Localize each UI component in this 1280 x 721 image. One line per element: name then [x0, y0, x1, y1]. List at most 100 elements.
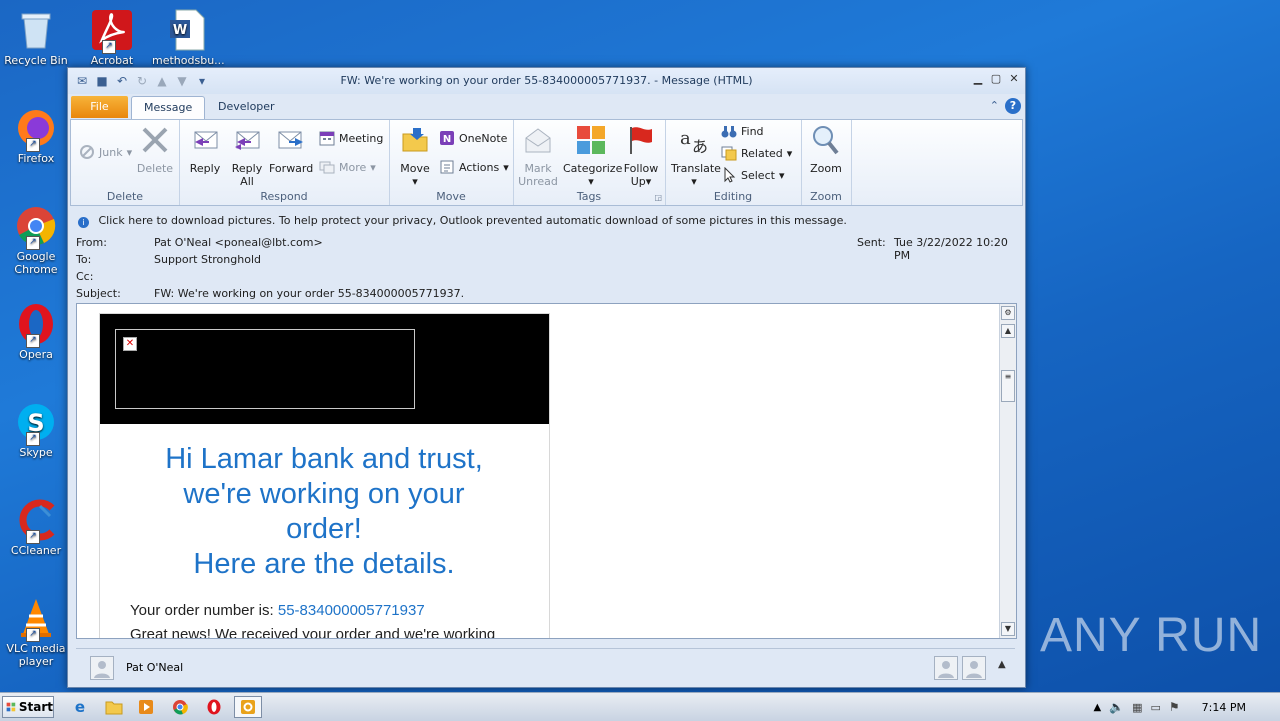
desktop-icon-methodsbu[interactable]: W methodsbu... — [152, 8, 225, 67]
move-folder-icon — [402, 128, 428, 152]
to-value[interactable]: Support Stronghold — [154, 253, 261, 266]
shortcut-arrow-icon: ↗ — [26, 236, 40, 250]
from-value[interactable]: Pat O'Neal <poneal@lbt.com> — [154, 236, 323, 249]
svg-text:あ: あ — [692, 137, 708, 156]
windows-logo-icon — [6, 702, 16, 712]
categorize-button[interactable]: Categorize ▾ — [563, 124, 622, 188]
zoom-button[interactable]: Zoom — [805, 124, 847, 175]
shortcut-arrow-icon: ↗ — [102, 40, 116, 54]
reply-button[interactable]: Reply — [185, 124, 225, 175]
group-label: Respond — [260, 190, 308, 203]
expand-people-pane-icon[interactable]: ▲ — [998, 659, 1006, 670]
delete-button[interactable]: Delete — [135, 124, 175, 175]
order-number-line: Your order number is: 55-834000005771937 — [130, 602, 425, 619]
onenote-icon: N — [440, 131, 454, 145]
start-button[interactable]: Start — [2, 696, 54, 718]
desktop-icon-firefox[interactable]: ↗ Firefox — [0, 106, 72, 165]
window-title: FW: We're working on your order 55-83400… — [340, 74, 753, 87]
scroll-thumb[interactable]: ≡ — [1001, 370, 1015, 402]
find-button[interactable]: Find — [721, 122, 764, 140]
taskbar-explorer[interactable] — [100, 696, 128, 718]
action-center-flag-icon[interactable]: ⚑ — [1169, 700, 1180, 714]
desktop-icon-opera[interactable]: ↗ Opera — [0, 302, 72, 361]
volume-icon[interactable]: 🔈 — [1109, 700, 1124, 714]
reply-all-button[interactable]: Reply All — [227, 124, 267, 188]
clock[interactable]: 7:14 PM — [1202, 701, 1246, 714]
binoculars-icon — [721, 126, 737, 138]
close-button[interactable]: ✕ — [1007, 72, 1021, 86]
dialog-launcher-icon[interactable]: ◲ — [654, 193, 662, 202]
desktop-icon-chrome[interactable]: ↗ Google Chrome — [0, 204, 72, 276]
collapse-ribbon-icon[interactable]: ⌃ — [990, 98, 999, 114]
tab-developer[interactable]: Developer — [206, 96, 287, 118]
taskbar-opera[interactable] — [200, 696, 228, 718]
actions-button[interactable]: Actions ▾ — [439, 158, 509, 176]
taskbar-outlook[interactable] — [234, 696, 262, 718]
translate-button[interactable]: aあ Translate ▾ — [671, 124, 721, 188]
tab-file[interactable]: File — [71, 96, 128, 118]
vertical-scrollbar[interactable]: ⚙ ▲ ≡ ▼ — [999, 304, 1016, 638]
shortcut-arrow-icon: ↗ — [26, 530, 40, 544]
desktop-icon-label: Acrobat — [90, 54, 134, 67]
media-player-icon — [139, 700, 153, 714]
tab-message[interactable]: Message — [131, 96, 206, 119]
help-icon[interactable]: ? — [1005, 98, 1021, 114]
group-delete: Junk ▾ Delete Delete — [71, 120, 180, 205]
meeting-button[interactable]: Meeting — [319, 129, 383, 147]
recycle-bin-icon — [21, 13, 51, 49]
maximize-button[interactable]: ▢ — [989, 72, 1003, 86]
svg-text:N: N — [443, 134, 451, 145]
desktop-icon-ccleaner[interactable]: ↗ CCleaner — [0, 498, 72, 557]
desktop-icon-vlc[interactable]: ↗ VLC media player — [0, 596, 72, 668]
follow-up-button[interactable]: Follow Up▾ — [621, 124, 661, 188]
scroll-up-button[interactable]: ▲ — [1001, 324, 1015, 338]
person-icon — [938, 661, 954, 678]
sent-label: Sent: — [857, 236, 886, 249]
ribbon: Junk ▾ Delete Delete Reply Reply All Forwa… — [70, 119, 1023, 206]
desktop-icon-label: Firefox — [17, 152, 55, 165]
desktop-icon-recycle-bin[interactable]: Recycle Bin — [0, 8, 72, 67]
taskbar-media-player[interactable] — [132, 696, 160, 718]
people-avatar-1[interactable] — [934, 656, 958, 680]
desktop-icon-acrobat[interactable]: ↗ Acrobat — [76, 8, 148, 67]
network-icon[interactable]: ▦ — [1132, 701, 1142, 714]
contact-avatar[interactable] — [90, 656, 114, 680]
order-number-link[interactable]: 55-834000005771937 — [278, 602, 425, 619]
forward-icon — [278, 131, 303, 149]
related-button[interactable]: Related ▾ — [721, 144, 792, 162]
email-banner: ✕ — [100, 314, 549, 424]
onenote-button[interactable]: N OneNote — [439, 129, 507, 147]
more-button[interactable]: More ▾ — [319, 158, 376, 176]
broken-image-icon: ✕ — [123, 337, 137, 351]
page-options-icon[interactable]: ⚙ — [1001, 306, 1015, 320]
shortcut-arrow-icon: ↗ — [26, 628, 40, 642]
power-icon[interactable]: ▭ — [1151, 701, 1161, 714]
desktop-icon-skype[interactable]: S ↗ Skype — [0, 400, 72, 459]
desktop-icon-label: Recycle Bin — [4, 54, 68, 67]
select-button[interactable]: Select ▾ — [721, 166, 784, 184]
group-tags: Mark Unread Categorize ▾ Follow Up▾ Tags ◲ — [513, 120, 666, 205]
download-pictures-infobar[interactable]: i Click here to download pictures. To he… — [74, 214, 1020, 230]
title-bar: ✉ ■ ↶ ↻ ▲ ▼ ▾ FW: We're working on your … — [68, 68, 1025, 94]
mark-unread-button[interactable]: Mark Unread — [515, 124, 561, 188]
show-hidden-icons-icon[interactable]: ▲ — [1093, 702, 1101, 713]
people-avatar-2[interactable] — [962, 656, 986, 680]
move-button[interactable]: Move ▾ — [395, 124, 435, 188]
translate-icon: aあ — [680, 128, 708, 156]
scroll-down-button[interactable]: ▼ — [1001, 622, 1015, 636]
shortcut-arrow-icon: ↗ — [26, 138, 40, 152]
minimize-button[interactable]: ▁ — [971, 72, 985, 86]
taskbar-chrome[interactable] — [166, 696, 194, 718]
blocked-image-placeholder[interactable]: ✕ — [115, 329, 415, 409]
forward-button[interactable]: Forward — [269, 124, 313, 175]
taskbar-ie[interactable]: e — [66, 696, 94, 718]
group-label: Editing — [713, 190, 753, 203]
opera-icon — [207, 699, 221, 715]
group-label: Delete — [106, 190, 144, 203]
message-body[interactable]: ✕ Hi Lamar bank and trust, we're working… — [76, 303, 1017, 639]
group-editing: aあ Translate ▾ Find Related ▾ Select ▾ Edit… — [665, 120, 802, 205]
junk-button[interactable]: Junk ▾ — [79, 143, 132, 161]
subject-label: Subject: — [76, 287, 121, 300]
contact-name[interactable]: Pat O'Neal — [126, 661, 183, 674]
taskbar: Start e ▲ 🔈 ▦ ▭ ⚑ 7:14 PM — [0, 692, 1280, 721]
